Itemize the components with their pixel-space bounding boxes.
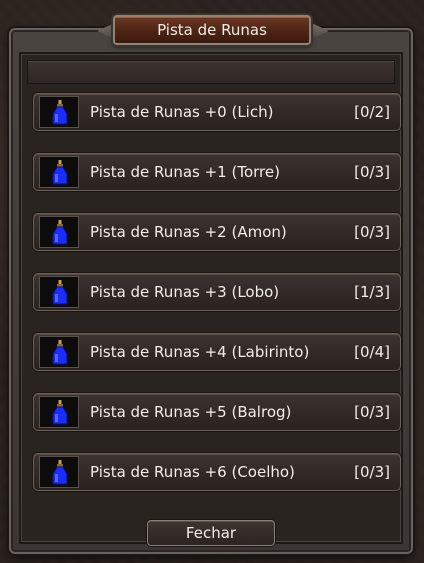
panel-header-bar: [27, 60, 395, 84]
entry-label: Pista de Runas +2 (Amon): [90, 223, 287, 241]
entry-count: [0/3]: [354, 223, 390, 241]
entry-count: [1/3]: [354, 283, 390, 301]
blue-potion-icon: [39, 216, 79, 248]
entry-count: [0/4]: [354, 343, 390, 361]
blue-potion-icon: [39, 396, 79, 428]
window-title: Pista de Runas: [113, 15, 311, 45]
entry-label: Pista de Runas +0 (Lich): [90, 103, 274, 121]
entry-count: [0/2]: [354, 103, 390, 121]
entry-label: Pista de Runas +5 (Balrog): [90, 403, 292, 421]
blue-potion-icon: [39, 456, 79, 488]
rune-track-entry-6[interactable]: Pista de Runas +6 (Coelho) [0/3]: [33, 453, 401, 491]
blue-potion-icon: [39, 96, 79, 128]
entry-count: [0/3]: [354, 163, 390, 181]
rune-track-entry-4[interactable]: Pista de Runas +4 (Labirinto) [0/4]: [33, 333, 401, 371]
blue-potion-icon: [39, 156, 79, 188]
rune-track-entry-5[interactable]: Pista de Runas +5 (Balrog) [0/3]: [33, 393, 401, 431]
entry-label: Pista de Runas +6 (Coelho): [90, 463, 295, 481]
entry-label: Pista de Runas +3 (Lobo): [90, 283, 280, 301]
entry-count: [0/3]: [354, 463, 390, 481]
rune-track-entry-2[interactable]: Pista de Runas +2 (Amon) [0/3]: [33, 213, 401, 251]
rune-track-entry-0[interactable]: Pista de Runas +0 (Lich) [0/2]: [33, 93, 401, 131]
entry-count: [0/3]: [354, 403, 390, 421]
rune-track-entry-3[interactable]: Pista de Runas +3 (Lobo) [1/3]: [33, 273, 401, 311]
blue-potion-icon: [39, 276, 79, 308]
blue-potion-icon: [39, 336, 79, 368]
entry-label: Pista de Runas +1 (Torre): [90, 163, 280, 181]
rune-track-entry-1[interactable]: Pista de Runas +1 (Torre) [0/3]: [33, 153, 401, 191]
close-button[interactable]: Fechar: [147, 520, 275, 546]
entry-label: Pista de Runas +4 (Labirinto): [90, 343, 310, 361]
